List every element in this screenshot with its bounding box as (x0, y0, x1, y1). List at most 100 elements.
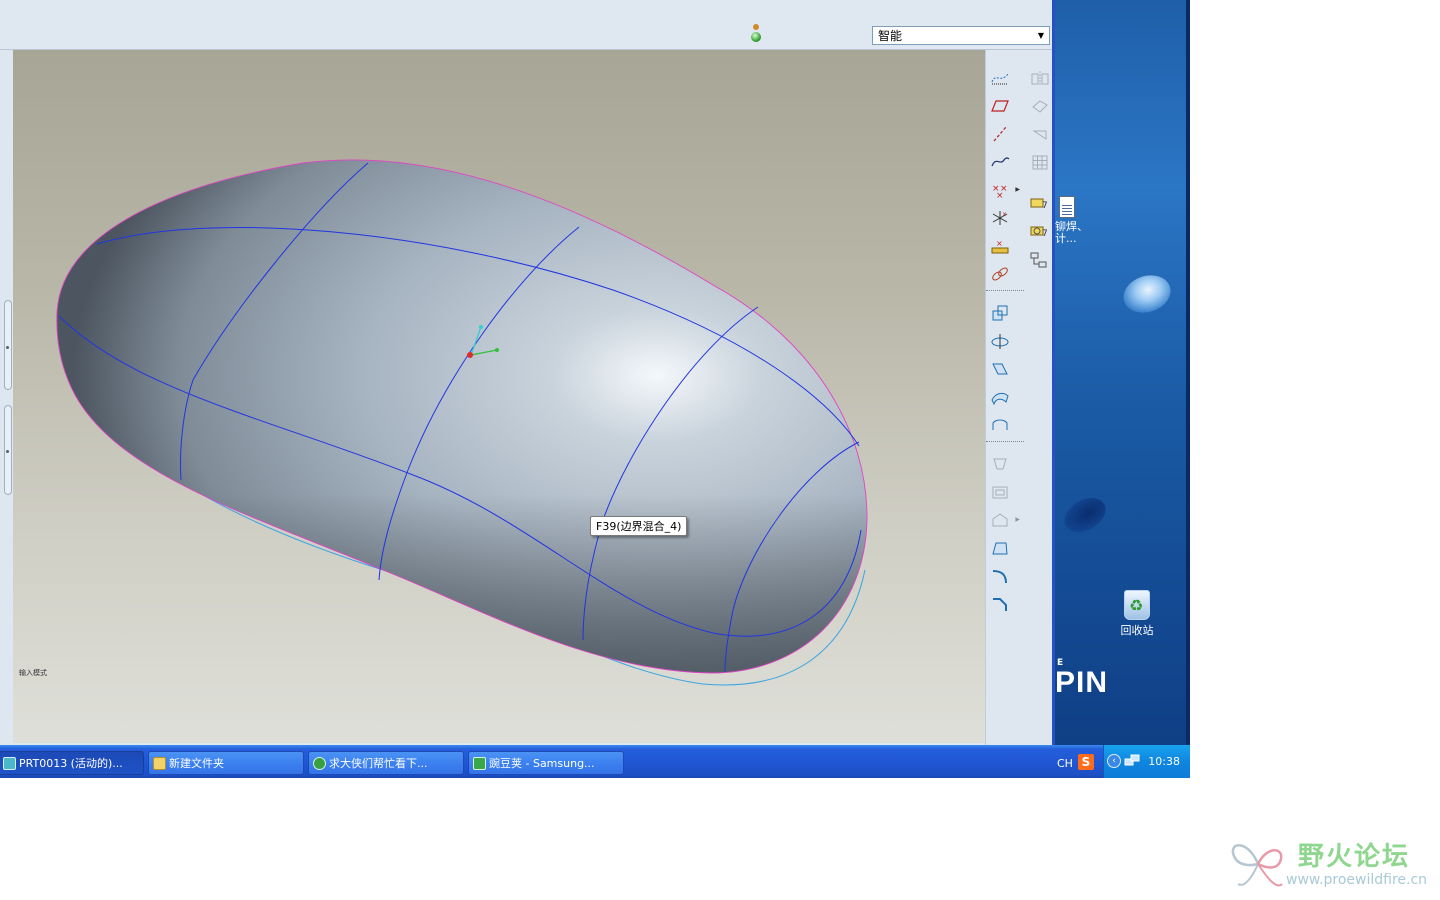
desktop: E PIN 铆焊、 计... 回收站 (1055, 0, 1190, 745)
merge-button[interactable] (1026, 92, 1054, 120)
screen: E PIN 铆焊、 计... 回收站 智能 ▼ (0, 0, 1190, 778)
recycle-bin-shortcut[interactable]: 回收站 (1115, 590, 1159, 638)
wallpaper-logo-text: PIN (1055, 666, 1109, 699)
butterfly-logo-icon (1231, 844, 1283, 887)
folder-icon (153, 757, 166, 770)
datum-axis-icon (993, 126, 1007, 142)
taskbar-item-label: 求大侠们帮忙看下... (329, 757, 428, 770)
desktop-doc-shortcut[interactable]: 铆焊、 计... (1055, 196, 1095, 245)
sketch-setup-button[interactable]: 7 (1026, 218, 1054, 246)
recycle-bin-icon (1124, 590, 1150, 620)
spreadsheet-icon (1059, 196, 1075, 218)
datum-point-icon: × ×× (992, 184, 1008, 198)
top-toolbar: 智能 ▼ (0, 0, 1052, 50)
extrude-icon (992, 305, 1008, 321)
chain-link-icon (992, 267, 1008, 281)
pattern-button[interactable] (1026, 148, 1054, 176)
merge-icon (1032, 100, 1048, 113)
flyout-arrow-icon[interactable]: ▶ (1015, 516, 1020, 523)
datum-point-button[interactable]: × × × ▶ (986, 176, 1020, 204)
flyout-arrow-icon[interactable]: ▶ (1015, 186, 1020, 193)
svg-text:7: 7 (1042, 229, 1048, 239)
desktop-doc-label: 铆焊、 计... (1055, 220, 1088, 245)
tray-expand-icon[interactable]: ‹ (1107, 754, 1121, 768)
sweep-button[interactable] (986, 355, 1014, 383)
mirror-icon (1031, 71, 1049, 86)
taskbar-item-browser[interactable]: 求大侠们帮忙看下... (308, 751, 464, 775)
round-button[interactable] (986, 562, 1014, 590)
toolbar-column-edit: 7 7 (1026, 64, 1054, 274)
trim-button[interactable] (1026, 120, 1054, 148)
forum-watermark: 野火论坛 www.proewildfire.cn (1228, 832, 1434, 894)
style-button[interactable] (986, 411, 1014, 439)
sketch-component-button[interactable] (1026, 246, 1054, 274)
datum-plane-icon (991, 100, 1009, 112)
datum-curve-dotted-icon (991, 73, 1009, 85)
sketch-curve-button[interactable] (986, 64, 1014, 92)
analysis-ruler-icon: × (991, 239, 1009, 254)
status-light-bulb (751, 32, 761, 42)
boundary-blend-icon (991, 392, 1009, 406)
graphics-viewport[interactable]: F39(边界混合_4) 输入模式 (13, 50, 985, 743)
taskbar-item-folder[interactable]: 新建文件夹 (148, 751, 304, 775)
model-render[interactable] (13, 50, 985, 743)
navigator-sash-top[interactable] (4, 300, 12, 390)
system-tray: ‹ 10:38 (1103, 745, 1190, 778)
wallpaper-droplet (1118, 269, 1176, 319)
wallpaper-stone (1058, 491, 1112, 539)
datum-axis-button[interactable] (986, 120, 1014, 148)
taskbar-item-wandoujia[interactable]: 豌豆荚 - Samsung... (468, 751, 624, 775)
rib-icon (992, 513, 1008, 527)
navigator-collapsed-strip (0, 50, 13, 745)
selection-filter-select[interactable]: 智能 ▼ (872, 26, 1050, 45)
datum-curve-button[interactable] (986, 148, 1014, 176)
clock[interactable]: 10:38 (1148, 755, 1180, 768)
pattern-grid-icon (1032, 155, 1048, 170)
round-icon (992, 570, 1007, 584)
triad-axis-x-dot (495, 348, 499, 352)
selection-filter-value: 智能 (878, 29, 903, 43)
sketch-setup-icon: 7 (1030, 226, 1048, 239)
right-feature-toolbar: × × × ▶ × × ▶ 7 7 (985, 50, 1052, 745)
recycle-bin-label: 回收站 (1120, 624, 1154, 637)
revolve-icon (991, 334, 1009, 349)
sogou-ime-icon[interactable]: S (1078, 754, 1094, 770)
trim-icon (1032, 130, 1047, 140)
taskbar-item-label: 新建文件夹 (169, 757, 224, 770)
analysis-feature-button[interactable]: × (986, 232, 1014, 260)
proe-window-icon (3, 757, 16, 770)
toolbar-separator (986, 290, 1024, 293)
style-surface-icon (992, 419, 1008, 430)
mirror-button[interactable] (1026, 64, 1054, 92)
svg-text:×: × (1002, 211, 1007, 218)
boundary-blend-button[interactable] (986, 383, 1014, 411)
datum-csys-button[interactable]: × (986, 204, 1014, 232)
revolve-button[interactable] (986, 327, 1014, 355)
hole-icon (993, 458, 1007, 470)
chevron-down-icon[interactable]: ▼ (1035, 29, 1047, 42)
proe-window: 智能 ▼ F39(边界混合_4) 输入模式 × × × ▶ × × ▶ 7 7 (0, 0, 1055, 745)
taskbar-item-label: 豌豆荚 - Samsung... (489, 757, 595, 770)
network-icon[interactable] (1124, 754, 1140, 768)
datum-reference-button[interactable] (986, 260, 1014, 288)
sash-grip-dot (6, 346, 9, 349)
sketch-button[interactable]: 7 (1026, 190, 1054, 218)
draft-button[interactable] (986, 534, 1014, 562)
shell-button[interactable] (986, 478, 1014, 506)
svg-text:×: × (996, 191, 1004, 198)
hole-button[interactable] (986, 450, 1014, 478)
extrude-button[interactable] (986, 299, 1014, 327)
regen-status-light-icon[interactable] (750, 24, 762, 46)
datum-plane-button[interactable] (986, 92, 1014, 120)
taskbar-item-proe[interactable]: PRT0013 (活动的)... (0, 751, 144, 775)
chamfer-button[interactable] (986, 590, 1014, 618)
hierarchy-icon (1030, 252, 1047, 268)
rib-button[interactable]: ▶ (986, 506, 1020, 534)
browser-icon (313, 757, 326, 770)
curve-icon (991, 157, 1010, 167)
watermark-title: 野火论坛 (1298, 842, 1411, 872)
language-indicator[interactable]: CH (1057, 757, 1073, 770)
mode-label: 输入模式 (19, 669, 47, 677)
taskbar: PRT0013 (活动的)... 新建文件夹 求大侠们帮忙看下... 豌豆荚 -… (0, 745, 1190, 778)
sweep-icon (992, 363, 1008, 375)
